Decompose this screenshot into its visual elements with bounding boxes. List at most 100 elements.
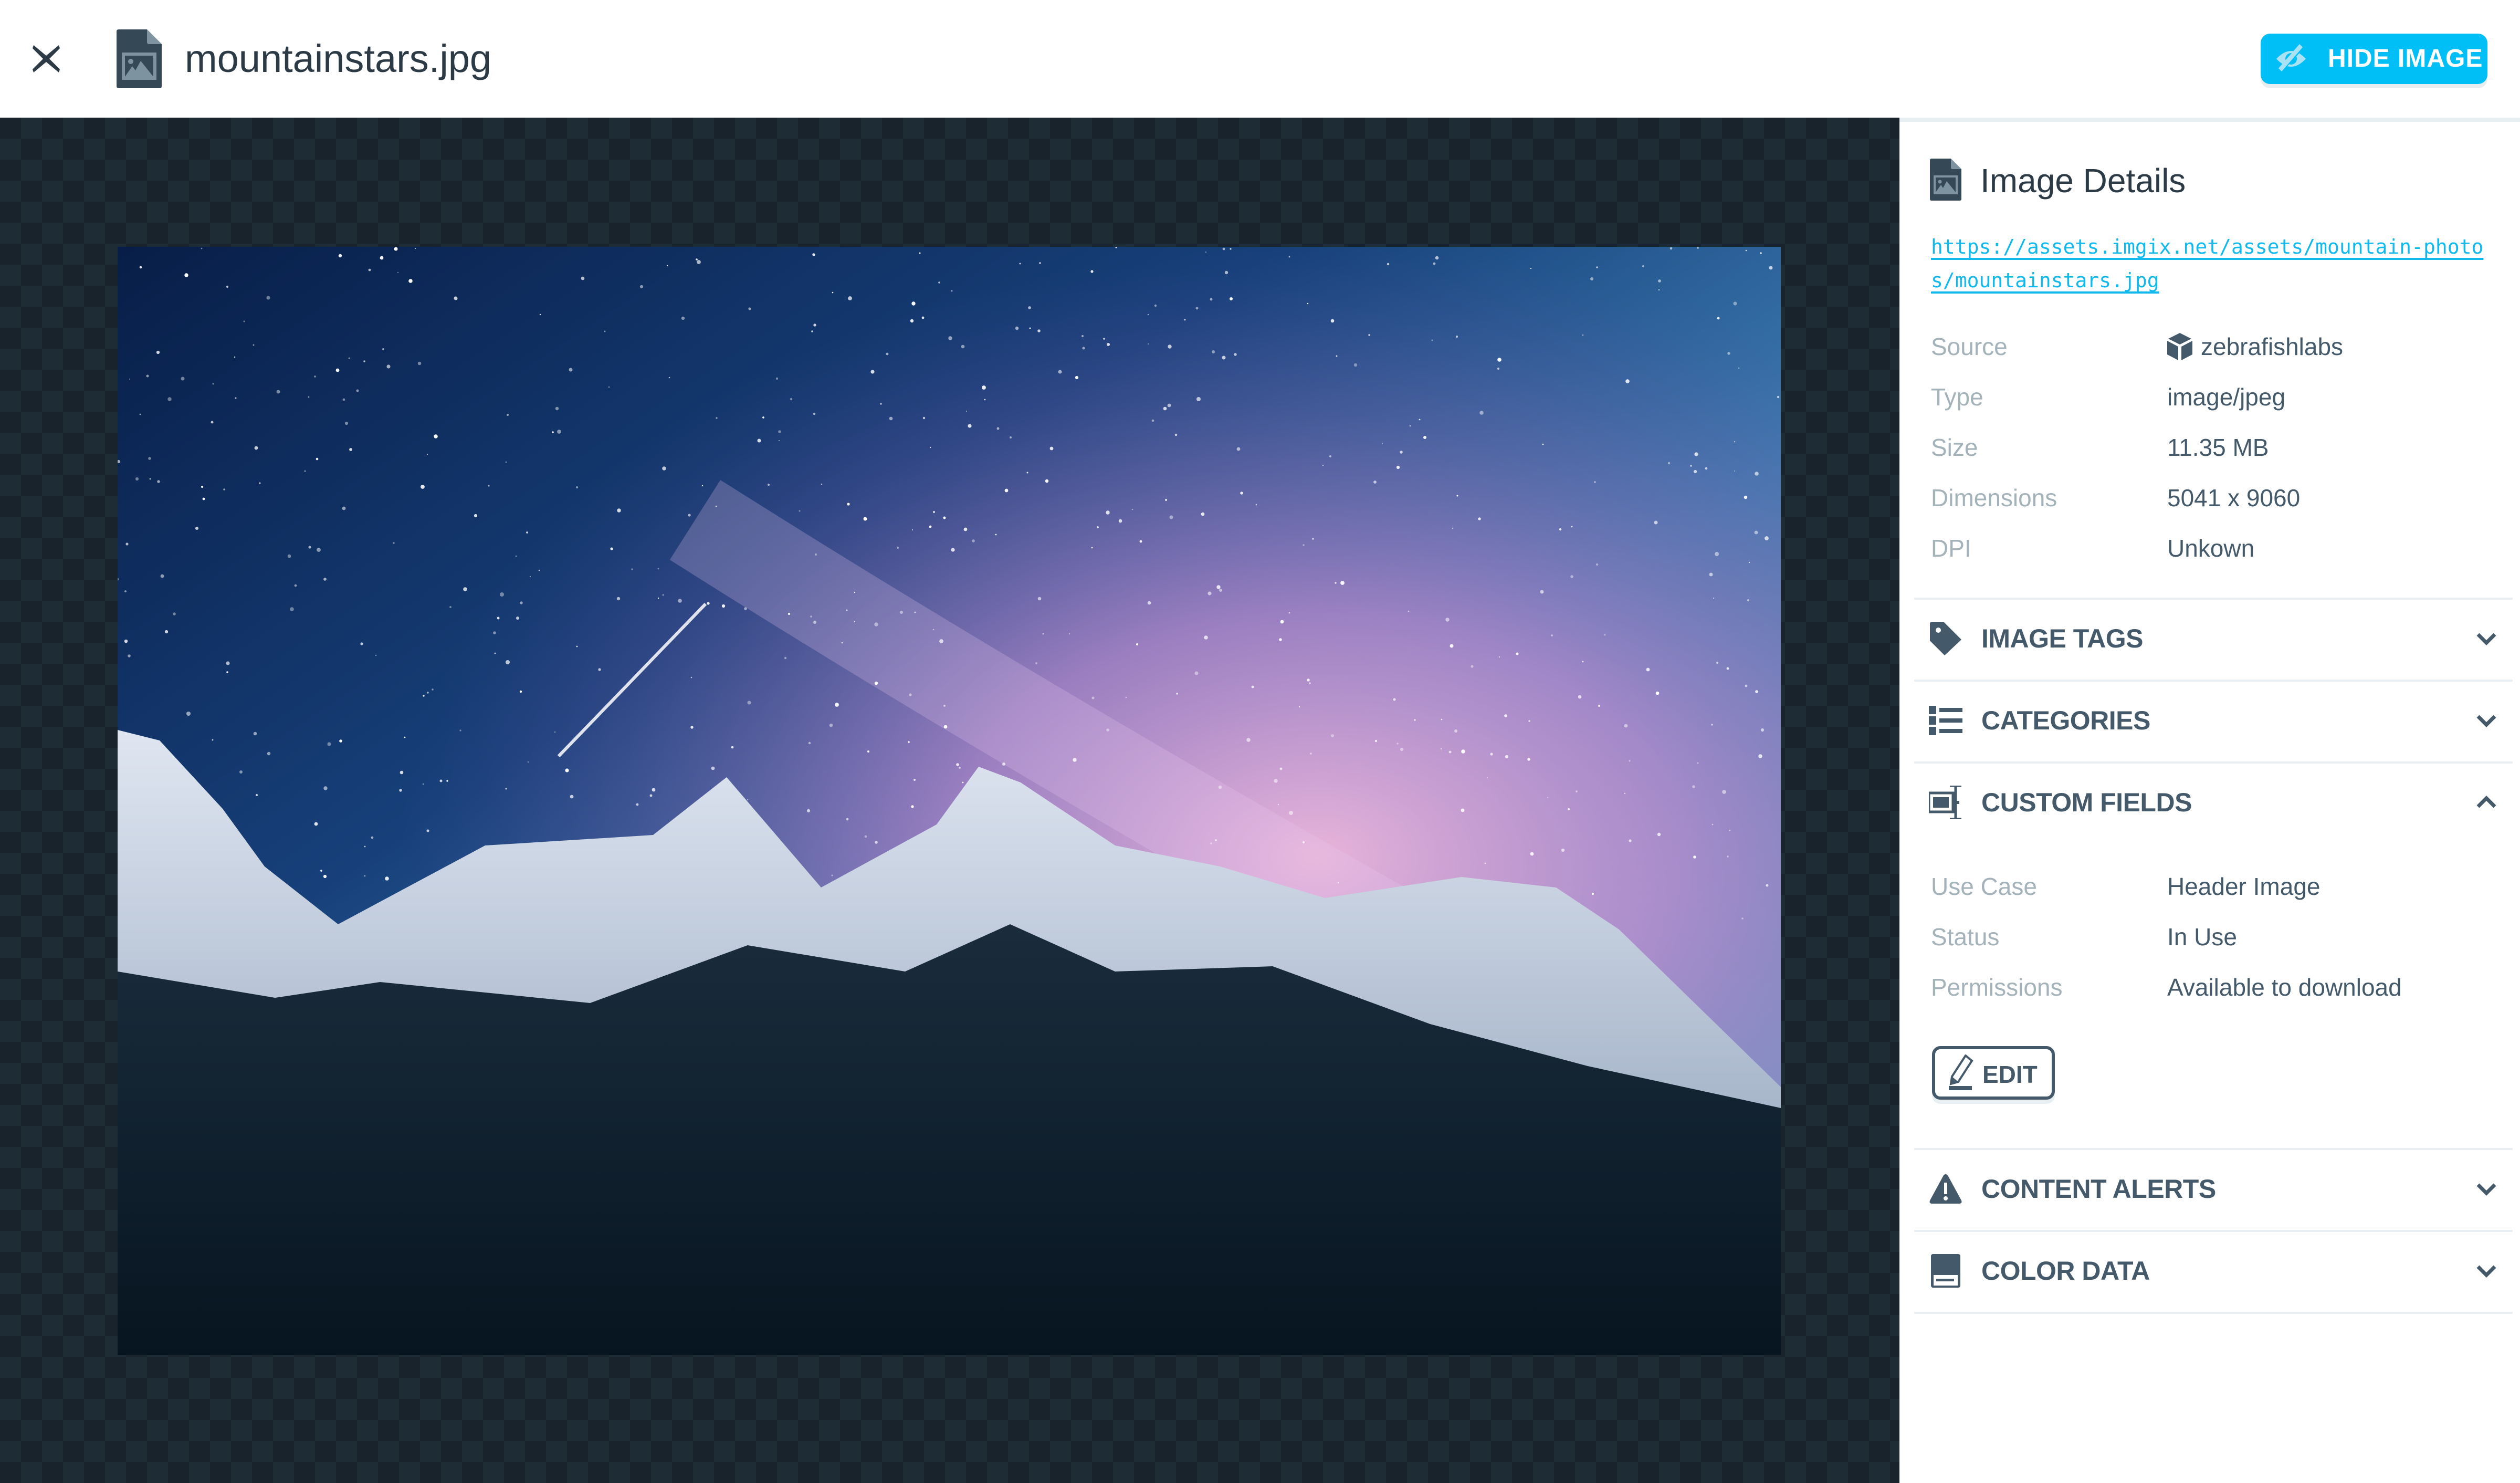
star — [799, 510, 801, 512]
star — [323, 874, 327, 879]
star — [128, 654, 131, 657]
star — [1353, 363, 1358, 367]
star — [399, 789, 402, 792]
star — [982, 385, 986, 390]
section-categories[interactable]: CATEGORIES — [1914, 682, 2513, 759]
star — [316, 457, 319, 461]
star — [520, 601, 523, 604]
star — [459, 729, 461, 732]
star — [731, 746, 734, 749]
star — [1163, 406, 1167, 411]
star — [386, 364, 391, 369]
star — [1151, 419, 1154, 422]
star — [784, 656, 787, 660]
star — [1747, 599, 1750, 602]
star — [636, 803, 639, 806]
star — [493, 631, 496, 634]
star — [1210, 298, 1213, 301]
star — [385, 876, 389, 881]
preview-image[interactable] — [118, 247, 1781, 1355]
star — [1194, 671, 1199, 675]
star — [1035, 662, 1037, 664]
star — [474, 514, 478, 518]
star — [497, 617, 500, 620]
star — [690, 726, 694, 729]
star — [226, 285, 229, 288]
star — [938, 281, 940, 284]
star — [790, 398, 793, 401]
star — [1393, 698, 1396, 701]
star — [195, 527, 198, 530]
mountain-photo — [118, 247, 1781, 1355]
edit-button[interactable]: EDIT — [1932, 1046, 2055, 1100]
warning-icon — [1929, 1174, 1962, 1204]
star — [1042, 633, 1044, 635]
star — [304, 470, 306, 472]
star — [1625, 379, 1630, 383]
star — [581, 276, 585, 280]
star — [715, 505, 717, 507]
star — [1147, 314, 1149, 316]
star — [1373, 481, 1377, 484]
star — [287, 554, 291, 558]
star — [538, 569, 540, 571]
star — [1279, 638, 1282, 641]
star — [716, 417, 718, 419]
star — [394, 247, 398, 251]
star — [1107, 343, 1110, 346]
star — [253, 732, 257, 736]
hide-image-button[interactable]: HIDE IMAGE — [2261, 34, 2487, 84]
section-image-tags[interactable]: IMAGE TAGS — [1914, 600, 2513, 677]
star — [921, 316, 925, 319]
star — [697, 260, 701, 264]
star — [1302, 841, 1305, 844]
star — [874, 622, 878, 626]
star — [1068, 633, 1070, 635]
star — [886, 352, 889, 356]
chevron-down-icon — [2476, 633, 2496, 645]
chevron-down-icon — [2476, 715, 2496, 727]
star — [1368, 334, 1370, 336]
star — [922, 416, 926, 420]
star — [864, 835, 867, 838]
star — [1045, 479, 1049, 483]
star — [1435, 256, 1439, 260]
close-button[interactable] — [29, 42, 63, 76]
star — [1015, 326, 1019, 330]
section-content-alerts[interactable]: CONTENT ALERTS — [1914, 1150, 2513, 1228]
star — [1456, 495, 1458, 497]
section-custom-fields[interactable]: CUSTOM FIELDS — [1914, 764, 2513, 845]
star — [1002, 763, 1005, 766]
star — [1570, 575, 1573, 578]
star — [1408, 610, 1410, 612]
star — [1224, 270, 1228, 275]
star — [184, 273, 188, 277]
section-color-data[interactable]: COLOR DATA — [1914, 1232, 2513, 1310]
star — [1744, 495, 1748, 499]
star — [788, 612, 791, 615]
star — [616, 597, 621, 601]
star — [1396, 743, 1399, 745]
detail-row-size: Size 11.35 MB — [1931, 422, 2487, 473]
star — [1498, 656, 1500, 658]
star — [932, 629, 934, 631]
star — [1312, 538, 1314, 540]
star — [962, 781, 964, 784]
star — [1075, 375, 1079, 380]
star — [1540, 590, 1544, 594]
detail-value: 5041 x 9060 — [2167, 484, 2301, 511]
star — [1748, 561, 1750, 563]
star — [943, 705, 946, 707]
star — [226, 671, 228, 673]
asset-url-link[interactable]: https://assets.imgix.net/assets/mountain… — [1931, 230, 2487, 297]
star — [1118, 519, 1122, 523]
star — [226, 661, 230, 665]
star — [1201, 512, 1205, 516]
star — [1204, 635, 1208, 640]
star — [1196, 397, 1201, 401]
star — [911, 301, 916, 306]
star — [747, 799, 749, 801]
star — [870, 370, 875, 374]
star — [254, 446, 258, 450]
star — [527, 761, 529, 763]
